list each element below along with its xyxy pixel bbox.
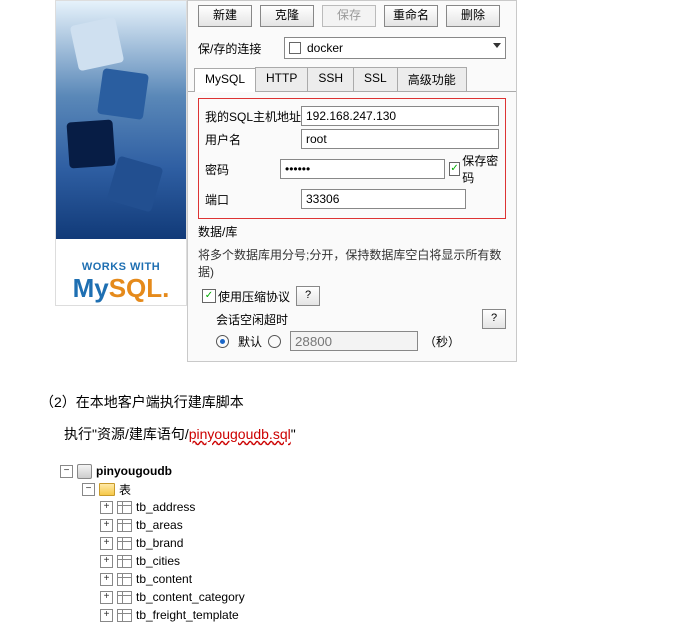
table-icon xyxy=(117,573,132,586)
step2-command: 执行"资源/建库语句/pinyougoudb.sql" xyxy=(64,424,687,444)
table-icon xyxy=(117,609,132,622)
database-icon xyxy=(77,464,92,479)
tab-advanced[interactable]: 高级功能 xyxy=(397,67,467,91)
seconds-label: （秒） xyxy=(424,333,460,350)
works-with-text: WORKS WITH xyxy=(82,262,160,273)
table-name: tb_content xyxy=(136,572,192,586)
connection-form: 新建 克隆 保存 重命名 删除 保/存的连接 docker MySQL HTTP… xyxy=(187,0,517,362)
table-icon xyxy=(117,555,132,568)
compression-label: 使用压缩协议 xyxy=(218,288,290,305)
table-icon xyxy=(117,591,132,604)
database-label: 数据/库 xyxy=(198,223,294,240)
idle-timeout-label: 会话空闲超时 xyxy=(216,311,288,328)
tree-tables-node[interactable]: − 表 xyxy=(60,480,687,498)
table-name: tb_freight_template xyxy=(136,608,239,622)
expand-icon[interactable]: + xyxy=(100,519,113,532)
tree-table-node[interactable]: + tb_content xyxy=(60,570,687,588)
table-name: tb_cities xyxy=(136,554,180,568)
save-password-label: 保存密码 xyxy=(462,152,499,186)
connection-highlight-box: 我的SQL主机地址 用户名 密码 ✓ 保存密码 xyxy=(198,98,506,219)
mysql-wordmark: MySQL. xyxy=(73,275,170,301)
expand-icon[interactable]: + xyxy=(100,573,113,586)
table-name: tb_address xyxy=(136,500,195,514)
tree-table-node[interactable]: + tb_brand xyxy=(60,534,687,552)
tab-mysql[interactable]: MySQL xyxy=(194,68,256,92)
host-input[interactable] xyxy=(301,106,499,126)
db-name: pinyougoudb xyxy=(96,464,172,478)
database-hint: 将多个数据库用分号;分开，保持数据库空白将显示所有数据) xyxy=(198,246,506,280)
port-label: 端口 xyxy=(205,191,301,208)
compression-checkbox[interactable]: ✓ 使用压缩协议 xyxy=(202,288,290,305)
password-label: 密码 xyxy=(205,161,280,178)
puzzle-image xyxy=(56,1,186,239)
timeout-input[interactable] xyxy=(290,331,418,351)
tab-bar: MySQL HTTP SSH SSL 高级功能 xyxy=(188,67,516,92)
folder-icon xyxy=(99,483,115,496)
saved-connections-label: 保/存的连接 xyxy=(198,40,278,57)
expand-icon[interactable]: + xyxy=(100,591,113,604)
new-button[interactable]: 新建 xyxy=(198,5,252,27)
mysql-logo-panel: WORKS WITH MySQL. xyxy=(55,0,187,306)
default-radio-label: 默认 xyxy=(238,333,262,350)
help-button[interactable]: ? xyxy=(482,309,506,329)
table-icon xyxy=(117,501,132,514)
checkbox-checked-icon: ✓ xyxy=(202,289,216,303)
chevron-down-icon xyxy=(493,43,501,48)
saved-connection-value: docker xyxy=(307,41,343,55)
script-filename: pinyougoudb.sql xyxy=(189,426,291,442)
tab-ssh[interactable]: SSH xyxy=(307,67,354,91)
default-radio[interactable] xyxy=(216,335,229,348)
expand-icon[interactable]: + xyxy=(100,609,113,622)
table-name: tb_brand xyxy=(136,536,183,550)
toolbar: 新建 克隆 保存 重命名 删除 xyxy=(188,1,516,33)
table-name: tb_content_category xyxy=(136,590,245,604)
tree-table-node[interactable]: + tb_areas xyxy=(60,516,687,534)
table-name: tb_areas xyxy=(136,518,183,532)
tab-http[interactable]: HTTP xyxy=(255,67,308,91)
tree-table-node[interactable]: + tb_cities xyxy=(60,552,687,570)
rename-button[interactable]: 重命名 xyxy=(384,5,438,27)
save-password-checkbox[interactable]: ✓ 保存密码 xyxy=(449,152,499,186)
tree-table-node[interactable]: + tb_freight_template xyxy=(60,606,687,624)
tree-table-node[interactable]: + tb_content_category xyxy=(60,588,687,606)
database-tree: − pinyougoudb − 表 + tb_address + tb_areas + t… xyxy=(60,462,687,624)
host-label: 我的SQL主机地址 xyxy=(205,108,301,125)
user-input[interactable] xyxy=(301,129,499,149)
collapse-icon[interactable]: − xyxy=(60,465,73,478)
tables-label: 表 xyxy=(119,481,131,498)
tree-db-node[interactable]: − pinyougoudb xyxy=(60,462,687,480)
step2-title: （2）在本地客户端执行建库脚本 xyxy=(40,392,687,412)
saved-connections-combo[interactable]: docker xyxy=(284,37,506,59)
collapse-icon[interactable]: − xyxy=(82,483,95,496)
expand-icon[interactable]: + xyxy=(100,501,113,514)
port-input[interactable] xyxy=(301,189,466,209)
user-label: 用户名 xyxy=(205,131,301,148)
clone-button[interactable]: 克隆 xyxy=(260,5,314,27)
delete-button[interactable]: 删除 xyxy=(446,5,500,27)
tree-table-node[interactable]: + tb_address xyxy=(60,498,687,516)
expand-icon[interactable]: + xyxy=(100,555,113,568)
table-icon xyxy=(117,537,132,550)
checkbox-checked-icon: ✓ xyxy=(449,162,460,176)
custom-radio[interactable] xyxy=(268,335,281,348)
help-button[interactable]: ? xyxy=(296,286,320,306)
connection-color-icon xyxy=(289,42,301,54)
expand-icon[interactable]: + xyxy=(100,537,113,550)
save-button: 保存 xyxy=(322,5,376,27)
tab-ssl[interactable]: SSL xyxy=(353,67,398,91)
password-input[interactable] xyxy=(280,159,445,179)
table-icon xyxy=(117,519,132,532)
